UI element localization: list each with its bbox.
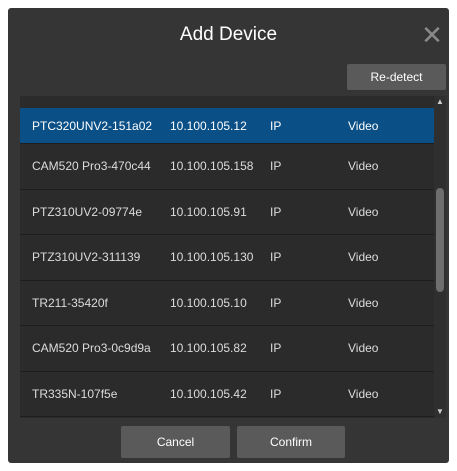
device-ip: 10.100.105.130 (170, 250, 254, 265)
confirm-button[interactable]: Confirm (237, 426, 345, 458)
add-device-dialog: Add Device ✕ Re-detect PTC320UNV2-151a02… (8, 8, 449, 463)
device-function: Video (348, 118, 379, 133)
device-function: Video (348, 159, 379, 174)
scroll-up-arrow-icon[interactable]: ▲ (434, 96, 446, 108)
device-ip: 10.100.105.82 (170, 341, 247, 356)
device-function: Video (348, 204, 379, 219)
device-name: CAM520 Pro3-0c9d9a (32, 341, 151, 356)
device-ip: 10.100.105.10 (170, 295, 247, 310)
device-protocol: IP (270, 118, 282, 133)
device-ip: 10.100.105.158 (170, 159, 254, 174)
device-row[interactable]: TR335N-107f5e 10.100.105.42 IP Video (20, 371, 434, 417)
redetect-button[interactable]: Re-detect (347, 64, 446, 90)
device-row[interactable]: PTC320UNV2-151a02 10.100.105.12 IP Video (20, 108, 434, 144)
device-row[interactable]: TR211-35420f 10.100.105.10 IP Video (20, 280, 434, 326)
device-function: Video (348, 341, 379, 356)
device-row[interactable]: CAM520 Pro3-470c44 10.100.105.158 IP Vid… (20, 144, 434, 190)
scroll-down-arrow-icon[interactable]: ▼ (434, 406, 446, 418)
device-name: PTC320UNV2-151a02 (32, 118, 153, 133)
device-name: TR211-35420f (32, 295, 108, 310)
close-icon[interactable]: ✕ (419, 22, 445, 48)
device-ip: 10.100.105.12 (170, 118, 247, 133)
device-function: Video (348, 295, 379, 310)
device-ip: 10.100.105.42 (170, 386, 247, 401)
scrollbar-thumb[interactable] (436, 188, 444, 292)
device-row[interactable]: CAM520 Pro3-0c9d9a 10.100.105.82 IP Vide… (20, 326, 434, 372)
device-protocol: IP (270, 159, 282, 174)
device-protocol: IP (270, 341, 282, 356)
device-name: TR335N-107f5e (32, 386, 118, 401)
device-function: Video (348, 386, 379, 401)
device-ip: 10.100.105.91 (170, 204, 247, 219)
device-function: Video (348, 250, 379, 265)
device-protocol: IP (270, 295, 282, 310)
device-row[interactable]: PTZ310UV2-311139 10.100.105.130 IP Video (20, 235, 434, 281)
dialog-title: Add Device (179, 24, 278, 45)
scrollbar[interactable]: ▲ ▼ (434, 96, 446, 418)
device-list: PTC320UNV2-151a02 10.100.105.12 IP Video… (20, 96, 446, 418)
device-protocol: IP (270, 386, 282, 401)
device-name: PTZ310UV2-311139 (32, 250, 141, 265)
device-protocol: IP (270, 204, 282, 219)
device-protocol: IP (270, 250, 282, 265)
device-name: CAM520 Pro3-470c44 (32, 159, 151, 174)
device-name: PTZ310UV2-09774e (32, 204, 143, 219)
cancel-button[interactable]: Cancel (121, 426, 230, 458)
device-row[interactable]: PTZ310UV2-09774e 10.100.105.91 IP Video (20, 189, 434, 235)
